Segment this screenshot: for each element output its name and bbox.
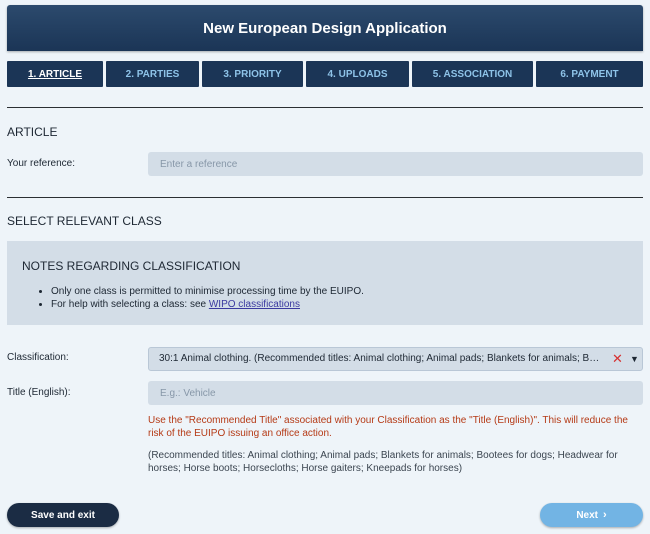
wipo-classifications-link[interactable]: WIPO classifications (209, 299, 300, 310)
title-label: Title (English): (7, 387, 71, 398)
divider (7, 197, 643, 198)
class-section-heading: SELECT RELEVANT CLASS (7, 214, 162, 228)
title-english-input[interactable] (148, 381, 643, 405)
step-tabs: 1. ARTICLE 2. PARTIES 3. PRIORITY 4. UPL… (7, 61, 643, 87)
classification-label: Classification: (7, 352, 69, 363)
page-header: New European Design Application (7, 5, 643, 51)
divider (7, 107, 643, 108)
classification-notes: NOTES REGARDING CLASSIFICATION Only one … (7, 241, 643, 325)
classification-value: 30:1 Animal clothing. (Recommended title… (159, 353, 604, 364)
next-button[interactable]: Next › (540, 503, 643, 527)
save-and-exit-button[interactable]: Save and exit (7, 503, 119, 527)
tab-parties[interactable]: 2. PARTIES (106, 61, 199, 87)
tab-association[interactable]: 5. ASSOCIATION (412, 61, 533, 87)
notes-item: Only one class is permitted to minimise … (51, 285, 364, 298)
save-and-exit-label: Save and exit (31, 509, 95, 521)
reference-input[interactable] (148, 152, 643, 176)
notes-item: For help with selecting a class: see WIP… (51, 298, 364, 311)
reference-label: Your reference: (7, 158, 76, 169)
tab-article[interactable]: 1. ARTICLE (7, 61, 103, 87)
clear-icon[interactable]: ✕ (612, 351, 623, 367)
tab-payment[interactable]: 6. PAYMENT (536, 61, 643, 87)
tab-priority[interactable]: 3. PRIORITY (202, 61, 303, 87)
classification-select[interactable]: 30:1 Animal clothing. (Recommended title… (148, 347, 643, 371)
tab-uploads[interactable]: 4. UPLOADS (306, 61, 409, 87)
notes-title: NOTES REGARDING CLASSIFICATION (22, 259, 241, 273)
notes-list: Only one class is permitted to minimise … (37, 285, 364, 311)
article-heading: ARTICLE (7, 125, 58, 139)
chevron-down-icon[interactable]: ▼ (630, 354, 639, 364)
recommended-titles-text: (Recommended titles: Animal clothing; An… (148, 450, 618, 474)
recommended-title-warning: Use the "Recommended Title" associated w… (148, 415, 628, 439)
next-label: Next (576, 509, 598, 521)
page-title: New European Design Application (203, 19, 447, 37)
chevron-right-icon: › (603, 509, 607, 521)
